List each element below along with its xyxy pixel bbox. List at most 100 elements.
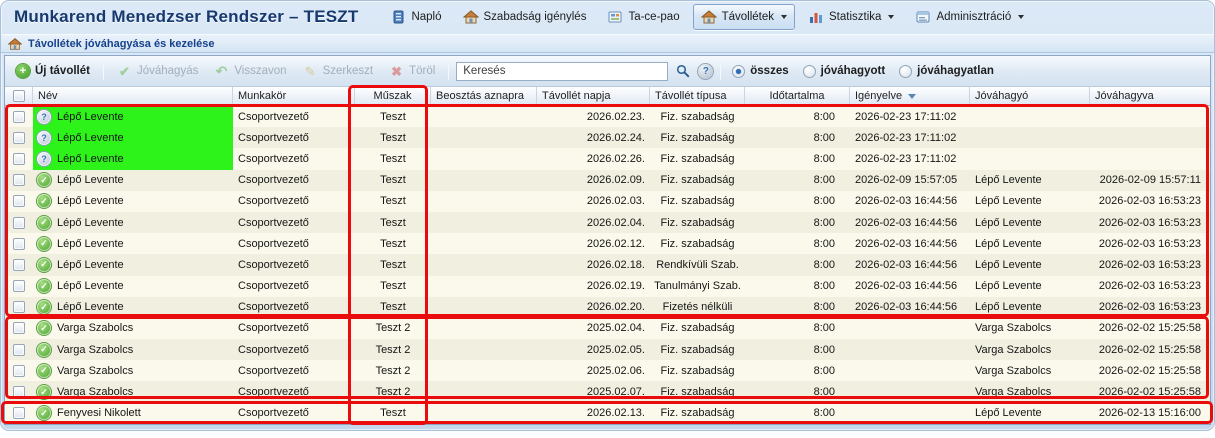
- filter-label: jóváhagyatlan: [917, 65, 994, 77]
- absence-type-cell: Tanulmányi Szab.: [654, 280, 741, 293]
- row-checkbox[interactable]: [13, 216, 25, 229]
- filter-radio-jovahagyatlan[interactable]: jóváhagyatlan: [899, 64, 994, 78]
- row-checkbox[interactable]: [13, 131, 25, 144]
- approve-button[interactable]: ✔ Jóváhagyás: [111, 61, 204, 82]
- revoke-button[interactable]: ↷ Visszavon: [208, 61, 292, 82]
- absence-type-cell: Fiz. szabadság: [660, 174, 735, 187]
- job-cell: Csoportvezető: [238, 237, 309, 250]
- journal-icon: [390, 9, 406, 25]
- duration-cell: 8:00: [813, 195, 835, 208]
- column-header-idotartalma[interactable]: Időtartalma: [745, 87, 850, 105]
- approved-status-icon: ✓: [37, 342, 51, 357]
- table-row[interactable]: ✓ Lépő Levente Csoportvezető Teszt 2026.02.0…: [5, 190, 1210, 212]
- column-header-beosztas[interactable]: Beosztás aznapra: [431, 87, 537, 105]
- shift-cell: Teszt: [380, 237, 406, 250]
- edit-button[interactable]: ✎ Szerkeszt: [297, 61, 380, 82]
- absence-type-cell: Fiz. szabadság: [660, 364, 735, 377]
- row-checkbox[interactable]: [13, 195, 25, 208]
- column-header-jovahagyva[interactable]: Jóváhagyva: [1090, 87, 1210, 105]
- sort-desc-icon: [908, 93, 917, 99]
- row-checkbox[interactable]: [13, 237, 25, 250]
- new-absence-button[interactable]: + Új távollét: [10, 61, 96, 81]
- column-header-igenyelve[interactable]: Igényelve: [850, 87, 970, 105]
- shift-cell: Teszt 2: [375, 343, 411, 356]
- employee-name: Lépő Levente: [57, 280, 124, 293]
- row-checkbox[interactable]: [13, 386, 25, 399]
- filter-radio-osszes[interactable]: összes: [732, 64, 789, 78]
- filter-radio-jovahagyott[interactable]: jóváhagyott: [802, 64, 885, 78]
- assignment-cell: [431, 170, 537, 191]
- toolbar-separator: [720, 62, 722, 80]
- search-input[interactable]: [456, 61, 669, 81]
- plus-icon: +: [16, 64, 30, 78]
- assignment-cell: [431, 106, 537, 127]
- header-select-all[interactable]: [5, 87, 33, 105]
- table-row[interactable]: ✓ Lépő Levente Csoportvezető Teszt 2026.02.1…: [5, 254, 1210, 276]
- approved-status-icon: ✓: [37, 236, 51, 251]
- table-row[interactable]: ✓ Lépő Levente Csoportvezető Teszt 2026.02.1…: [5, 233, 1210, 255]
- column-header-muszak[interactable]: Műszak: [355, 87, 431, 105]
- table-body: ? Lépő Levente Csoportvezető Teszt 2026.02.2…: [5, 106, 1210, 424]
- table-row[interactable]: ✓ Varga Szabolcs Csoportvezető Teszt 2 2025.…: [5, 381, 1210, 403]
- menu-item-statisztika[interactable]: Statisztika: [800, 4, 902, 30]
- menu-item-tavolletek[interactable]: Távollétek: [692, 4, 796, 30]
- table-row[interactable]: ? Lépő Levente Csoportvezető Teszt 2026.02.2…: [5, 106, 1210, 128]
- requested-at-cell: 2026-02-23 17:11:02: [855, 152, 957, 165]
- row-checkbox[interactable]: [13, 110, 25, 123]
- name-cell: ✓ Lépő Levente: [33, 212, 233, 233]
- row-select-cell: [5, 297, 33, 318]
- table-row[interactable]: ✓ Lépő Levente Csoportvezető Teszt 2026.02.0…: [5, 169, 1210, 191]
- table-row[interactable]: ? Lépő Levente Csoportvezető Teszt 2026.02.2…: [5, 127, 1210, 149]
- table-row[interactable]: ✓ Varga Szabolcs Csoportvezető Teszt 2 2025.…: [5, 317, 1210, 340]
- menu-item-ta-ce-pao[interactable]: Ta-ce-pao: [599, 4, 687, 30]
- column-header-jovahagyo[interactable]: Jóváhagyó: [970, 87, 1090, 105]
- row-checkbox[interactable]: [13, 343, 25, 356]
- row-checkbox[interactable]: [13, 364, 25, 377]
- column-header-tavollet-napja[interactable]: Távollét napja: [537, 87, 650, 105]
- home-icon: [462, 9, 479, 25]
- table-row[interactable]: ✓ Lépő Levente Csoportvezető Teszt 2026.02.2…: [5, 296, 1210, 318]
- select-all-checkbox[interactable]: [12, 90, 25, 102]
- menu-item-adminisztracio[interactable]: Adminisztráció: [907, 4, 1032, 30]
- requested-at-cell: 2026-02-03 16:44:56: [855, 280, 958, 293]
- table-row[interactable]: ✓ Lépő Levente Csoportvezető Teszt 2026.02.0…: [5, 211, 1210, 234]
- name-cell: ? Lépő Levente: [33, 127, 233, 149]
- requested-at-cell: [850, 381, 970, 402]
- approved-at-cell: [1090, 106, 1210, 127]
- help-icon[interactable]: ?: [698, 63, 714, 79]
- requested-at-cell: 2026-02-23 17:11:02: [855, 131, 957, 144]
- table-row[interactable]: ? Lépő Levente Csoportvezető Teszt 2026.02.2…: [5, 148, 1210, 170]
- table-row[interactable]: ✓ Fenyvesi Nikolett Csoportvezető Teszt 2026…: [5, 402, 1210, 424]
- approved-at-cell: 2026-02-13 15:16:00: [1098, 407, 1201, 420]
- column-header-munkakor[interactable]: Munkakör: [233, 87, 355, 105]
- assignment-cell: [431, 233, 537, 254]
- column-header-tavollet-tipusa[interactable]: Távollét típusa: [650, 87, 745, 105]
- table-row[interactable]: ✓ Lépő Levente Csoportvezető Teszt 2026.02.1…: [5, 275, 1210, 297]
- approved-at-cell: [1090, 127, 1210, 148]
- row-checkbox[interactable]: [13, 322, 25, 335]
- name-cell: ✓ Varga Szabolcs: [33, 360, 233, 381]
- table-row[interactable]: ✓ Varga Szabolcs Csoportvezető Teszt 2 2025.…: [5, 360, 1210, 382]
- requested-at-cell: 2026-02-03 16:44:56: [855, 301, 958, 314]
- absence-type-cell: Fiz. szabadság: [660, 237, 735, 250]
- search-button[interactable]: [672, 61, 694, 81]
- row-checkbox[interactable]: [13, 174, 25, 187]
- row-select-cell: [5, 318, 33, 339]
- row-checkbox[interactable]: [13, 258, 25, 271]
- table-row[interactable]: ✓ Varga Szabolcs Csoportvezető Teszt 2 2025.…: [5, 339, 1210, 361]
- menu-item-szabadsag-igenyles[interactable]: Szabadság igénylés: [455, 4, 595, 30]
- row-select-cell: [5, 191, 33, 212]
- shift-cell: Teszt: [380, 407, 406, 420]
- row-checkbox[interactable]: [13, 152, 25, 165]
- delete-button[interactable]: ✖ Töröl: [383, 61, 441, 82]
- row-checkbox[interactable]: [13, 407, 25, 420]
- radio-icon: [802, 64, 816, 78]
- menu-item-naplo[interactable]: Napló: [382, 4, 449, 30]
- job-cell: Csoportvezető: [238, 343, 309, 356]
- menu-item-label: Statisztika: [829, 11, 882, 23]
- name-cell: ? Lépő Levente: [33, 148, 233, 170]
- row-checkbox[interactable]: [13, 301, 25, 314]
- name-cell: ✓ Lépő Levente: [33, 297, 233, 318]
- column-header-nev[interactable]: Név: [33, 87, 233, 105]
- row-checkbox[interactable]: [13, 280, 25, 293]
